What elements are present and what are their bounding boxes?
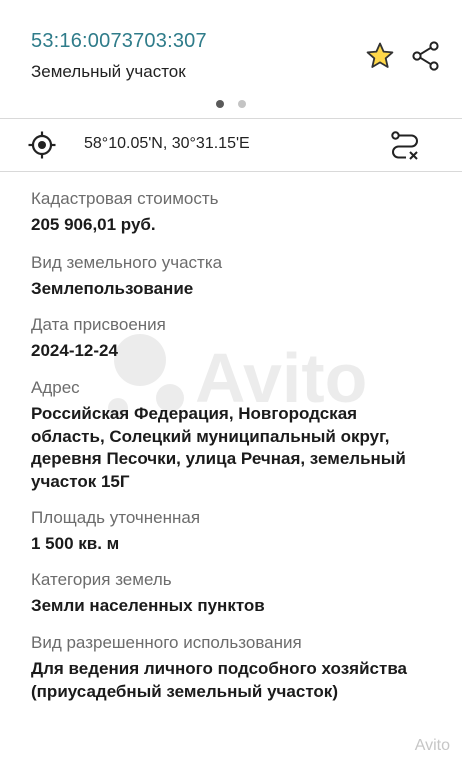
field-address: Адрес Российская Федерация, Новгородская… — [31, 377, 431, 493]
coordinates-text[interactable]: 58°10.05'N, 30°31.15'E — [84, 135, 250, 153]
route-icon — [391, 131, 418, 160]
share-icon — [412, 41, 439, 71]
field-land-type: Вид земельного участка Землепользование — [31, 252, 431, 301]
field-value[interactable]: Российская Федерация, Новгородская облас… — [31, 403, 431, 493]
object-type: Земельный участок — [31, 62, 186, 81]
object-header: 53:16:0073703:307 Земельный участок — [0, 0, 462, 118]
field-label: Дата присвоения — [31, 315, 166, 334]
field-label: Вид разрешенного использования — [31, 633, 302, 652]
coordinates-bar: 58°10.05'N, 30°31.15'E — [0, 118, 462, 172]
field-assign-date: Дата присвоения 2024-12-24 — [31, 314, 431, 363]
field-value: 205 906,01 руб. — [31, 215, 156, 234]
field-value: 1 500 кв. м — [31, 534, 120, 553]
page-dot[interactable] — [238, 100, 246, 108]
field-label: Адрес — [31, 378, 80, 397]
field-label: Категория земель — [31, 570, 172, 589]
field-value: Для ведения личного подсобного хозяйства… — [31, 659, 408, 701]
field-value: Землепользование — [31, 279, 194, 298]
share-button[interactable] — [410, 40, 442, 72]
cadastral-number[interactable]: 53:16:0073703:307 — [31, 30, 207, 53]
field-land-category: Категория земель Земли населенных пункто… — [31, 569, 431, 618]
star-icon — [366, 42, 394, 68]
route-button[interactable] — [389, 129, 421, 161]
locate-button[interactable] — [27, 130, 57, 160]
field-value: Земли населенных пунктов — [31, 596, 265, 615]
field-label: Площадь уточненная — [31, 508, 201, 527]
field-cadastral-value: Кадастровая стоимость 205 906,01 руб. — [31, 188, 431, 237]
page-dot-active[interactable] — [216, 100, 224, 108]
avito-watermark: Avito — [414, 737, 450, 754]
field-label: Вид земельного участка — [31, 253, 223, 272]
field-label: Кадастровая стоимость — [31, 189, 219, 208]
page-indicator[interactable] — [212, 100, 252, 110]
gps-target-icon — [28, 131, 56, 159]
field-permitted-use: Вид разрешенного использования Для веден… — [31, 632, 431, 703]
favorite-button[interactable] — [364, 40, 396, 72]
field-area: Площадь уточненная 1 500 кв. м — [31, 507, 431, 556]
field-value: 2024-12-24 — [31, 341, 118, 360]
